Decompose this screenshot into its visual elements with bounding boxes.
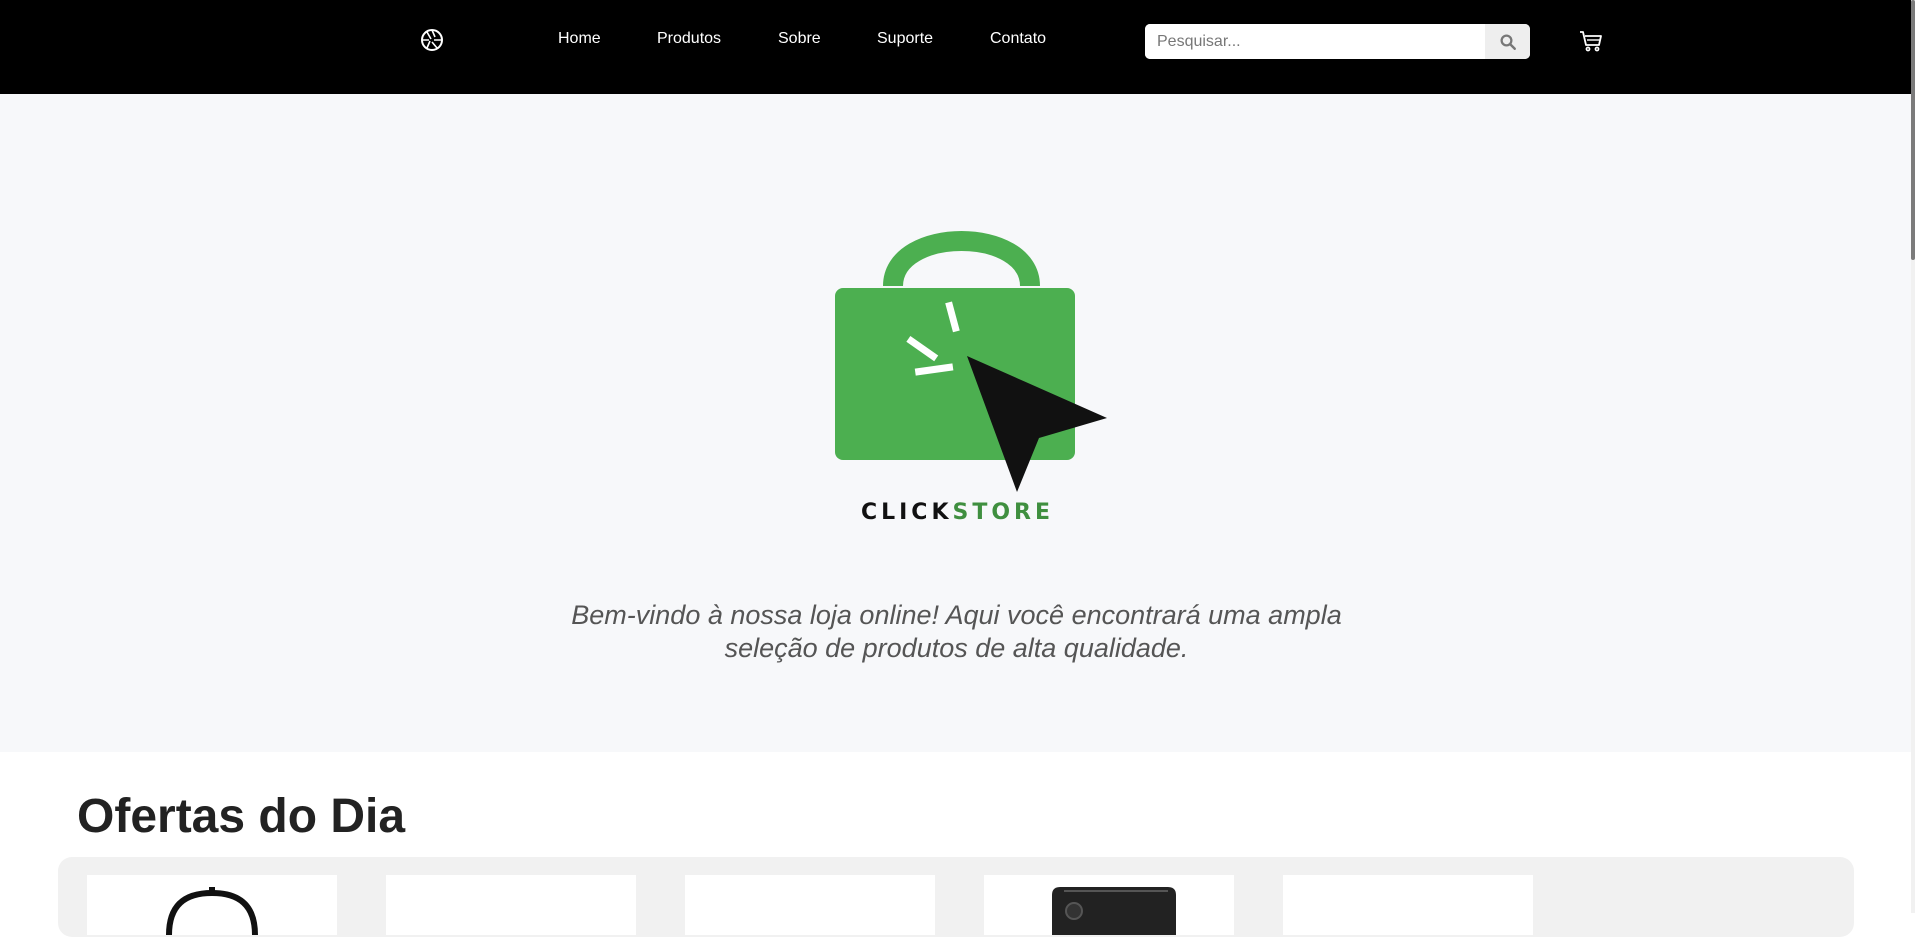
scrollbar-thumb[interactable]: [1911, 0, 1915, 260]
welcome-text: Bem-vindo à nossa loja online! Aqui você…: [571, 600, 1342, 663]
nav-produtos-link[interactable]: Produtos: [657, 30, 721, 48]
product-card[interactable]: [1283, 875, 1533, 935]
phone-image: [1052, 887, 1176, 935]
cart-icon[interactable]: [1578, 28, 1604, 54]
product-card[interactable]: [87, 875, 337, 936]
search-icon: [1500, 34, 1516, 50]
search-button[interactable]: [1485, 24, 1530, 59]
headphones-image: [166, 887, 258, 936]
offers-title: Ofertas do Dia: [77, 790, 406, 843]
main-nav: Home Produtos Sobre Suporte Contato: [0, 0, 1911, 80]
brand-name-store: STORE: [952, 500, 1055, 525]
page-scrollbar[interactable]: [1911, 0, 1915, 913]
nav-contato-link[interactable]: Contato: [990, 30, 1046, 48]
brand-name-click: CLICK: [860, 500, 953, 525]
top-header: Home Produtos Sobre Suporte Contato: [0, 0, 1911, 94]
brand-logo: [835, 231, 1107, 492]
nav-suporte-link[interactable]: Suporte: [877, 30, 933, 48]
product-card[interactable]: [386, 875, 636, 935]
bag-handle: [883, 231, 1040, 288]
nav-home-link[interactable]: Home: [558, 30, 601, 48]
hero-section: CLICKSTORE Bem-vindo à nossa loja online…: [0, 94, 1911, 752]
product-card[interactable]: [984, 875, 1234, 935]
search-input[interactable]: [1145, 24, 1485, 59]
search-bar: [1145, 24, 1530, 59]
brand-name: CLICKSTORE: [820, 500, 1095, 525]
nav-sobre-link[interactable]: Sobre: [778, 30, 821, 48]
product-card[interactable]: [685, 875, 935, 935]
